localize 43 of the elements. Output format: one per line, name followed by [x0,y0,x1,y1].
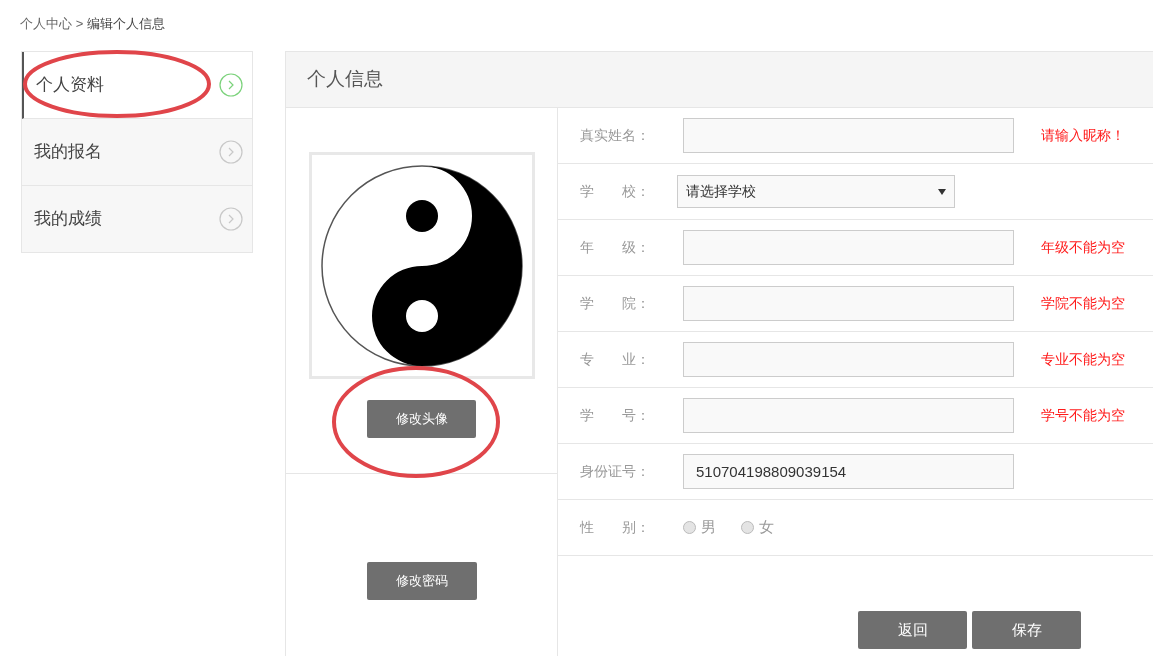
form-button[interactable]: 返回 [858,611,967,649]
error-message: 学院不能为空 [1041,294,1125,313]
field-label: 年 级： [579,238,651,257]
input-field[interactable] [683,398,1014,433]
form-button[interactable]: 保存 [972,611,1081,649]
change-avatar-button[interactable]: 修改头像 [367,400,476,438]
field-label: 真实姓名： [579,126,651,145]
input-field[interactable]: 510704198809039154 [683,454,1014,489]
field-label: 学 校： [579,182,651,201]
error-message: 请输入昵称！ [1041,126,1125,145]
sidebar-item[interactable]: 我的成绩 [22,186,252,253]
error-message: 专业不能为空 [1041,350,1125,369]
field-label: 专 业： [579,350,651,369]
sidebar-item[interactable]: 我的报名 [22,119,252,186]
sidebar-label: 我的成绩 [34,208,102,231]
breadcrumb-separator: > [75,16,84,31]
panel-title: 个人信息 [307,67,383,92]
chevron-circle-icon [219,207,243,231]
input-field[interactable] [683,342,1014,377]
radio-label: 男 [701,517,716,538]
breadcrumb-link[interactable]: 个人中心 [20,16,72,31]
field-label: 性 别： [578,518,651,537]
chevron-circle-icon [219,73,243,97]
radio-button[interactable] [683,521,696,534]
field-label: 学 院： [579,294,651,313]
sidebar-label: 我的报名 [34,141,102,164]
radio-label: 女 [759,517,774,538]
field-label: 学 号： [579,406,651,425]
radio-button[interactable] [741,521,754,534]
change-password-button[interactable]: 修改密码 [366,562,477,600]
input-field[interactable] [683,286,1014,321]
chevron-circle-icon [219,140,243,164]
breadcrumb-current: 编辑个人信息 [86,16,165,31]
school-dropdown[interactable]: 请选择学校 [677,175,955,208]
input-field[interactable] [683,230,1014,265]
error-message: 学号不能为空 [1041,406,1125,425]
error-message: 年级不能为空 [1041,238,1125,257]
sidebar-item[interactable]: 个人资料 [22,52,252,119]
sidebar-label: 个人资料 [36,74,104,97]
yin-yang-icon [319,163,524,368]
field-label: 身份证号： [579,462,651,481]
dropdown-arrow-icon [938,188,946,195]
input-field[interactable] [683,118,1014,153]
